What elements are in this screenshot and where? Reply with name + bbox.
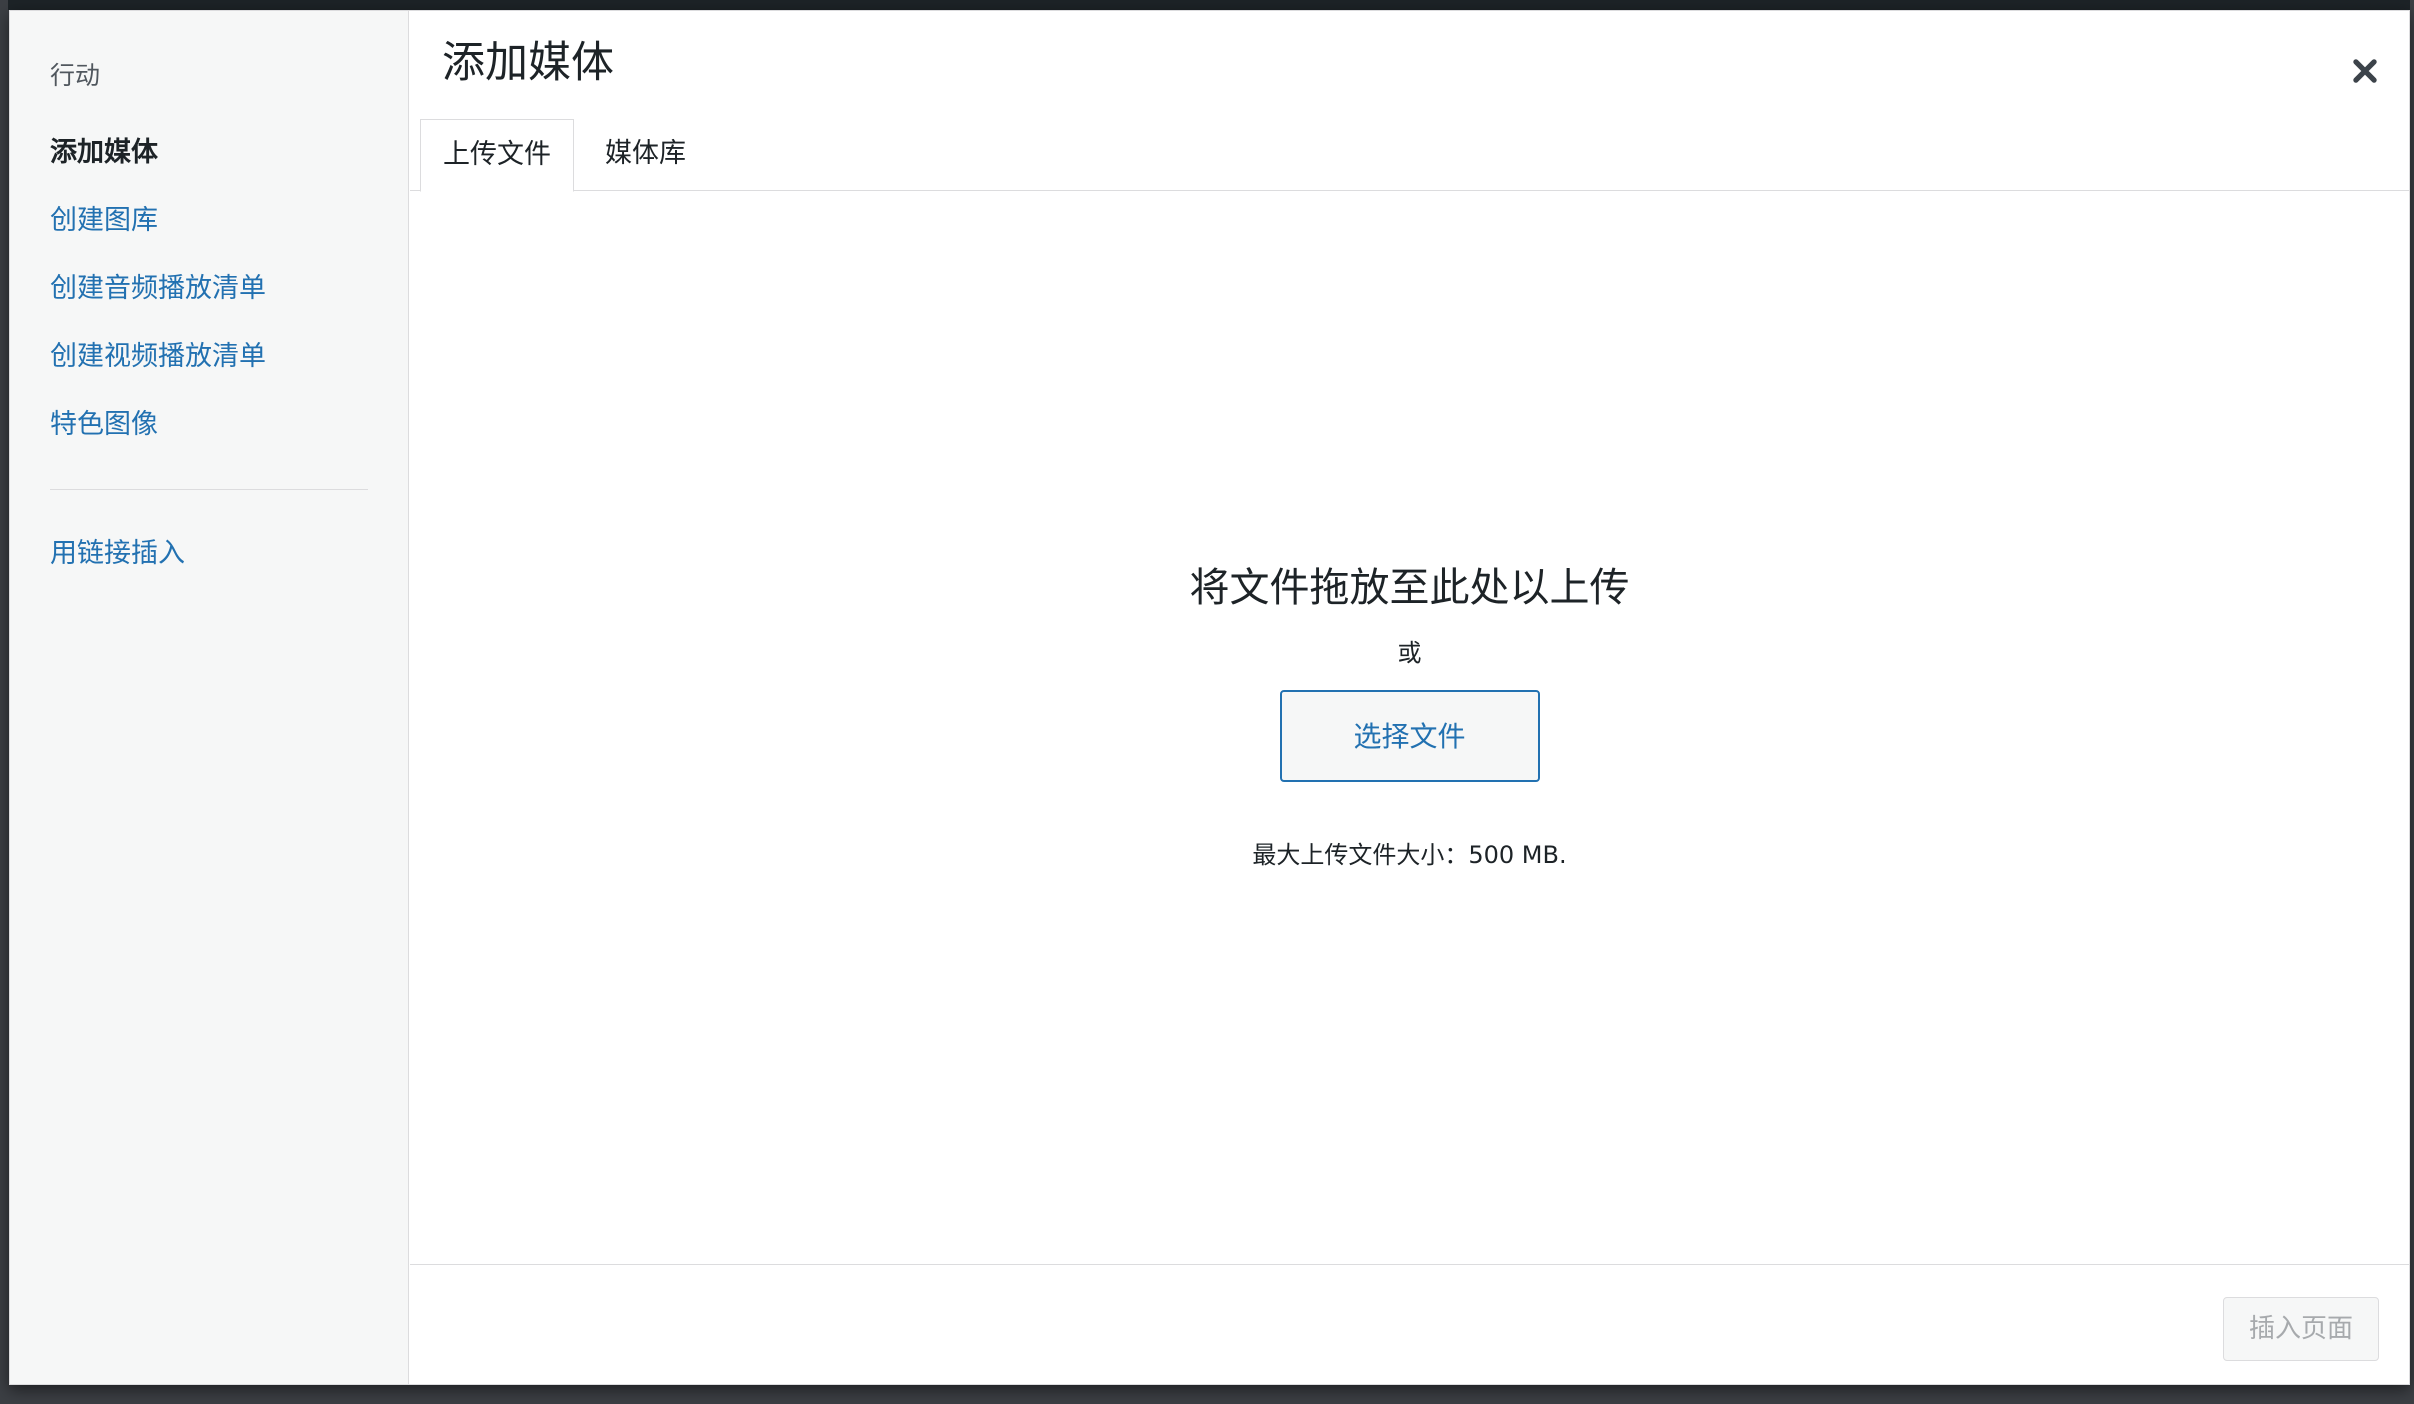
menu-item-insert-from-url[interactable]: 用链接插入 (50, 520, 368, 588)
select-files-button[interactable]: 选择文件 (1279, 690, 1540, 782)
menu-item-create-audio-playlist[interactable]: 创建音频播放清单 (50, 255, 368, 323)
background-page-bottom (0, 1386, 2414, 1404)
close-icon (2353, 59, 2377, 83)
insert-into-page-button[interactable]: 插入页面 (2223, 1297, 2379, 1361)
background-page-top (0, 0, 2414, 10)
menu-item-add-media[interactable]: 添加媒体 (50, 119, 368, 187)
upload-drop-zone[interactable]: 将文件拖放至此处以上传 或 选择文件 最大上传文件大小：500 MB. (410, 192, 2409, 1264)
menu-item-create-gallery[interactable]: 创建图库 (50, 187, 368, 255)
menu-item-featured-image[interactable]: 特色图像 (50, 391, 368, 459)
or-text: 或 (1397, 639, 1422, 667)
menu-heading: 行动 (50, 61, 101, 90)
modal-toolbar: 插入页面 (410, 1264, 2409, 1384)
screen: 行动 添加媒体 创建图库 创建音频播放清单 创建视频播放清单 特色图像 用链接插… (0, 0, 2414, 1404)
tab-media-library[interactable]: 媒体库 (583, 119, 708, 192)
max-upload-size: 最大上传文件大小：500 MB. (1252, 841, 1567, 869)
media-menu: 行动 添加媒体 创建图库 创建音频播放清单 创建视频播放清单 特色图像 用链接插… (10, 11, 409, 1384)
tab-upload-files[interactable]: 上传文件 (420, 119, 574, 192)
drop-instructions: 将文件拖放至此处以上传 (1189, 565, 1630, 611)
background-page-right (2410, 0, 2414, 1404)
menu-separator (50, 489, 368, 490)
background-page-left (0, 0, 8, 1404)
uploader-inline: 将文件拖放至此处以上传 或 选择文件 最大上传文件大小：500 MB. (410, 558, 2409, 872)
media-modal: 行动 添加媒体 创建图库 创建音频播放清单 创建视频播放清单 特色图像 用链接插… (9, 10, 2410, 1385)
modal-title: 添加媒体 (442, 38, 614, 88)
tab-bar: 上传文件 媒体库 (410, 109, 2409, 192)
close-button[interactable] (2339, 45, 2391, 97)
menu-item-create-video-playlist[interactable]: 创建视频播放清单 (50, 323, 368, 391)
